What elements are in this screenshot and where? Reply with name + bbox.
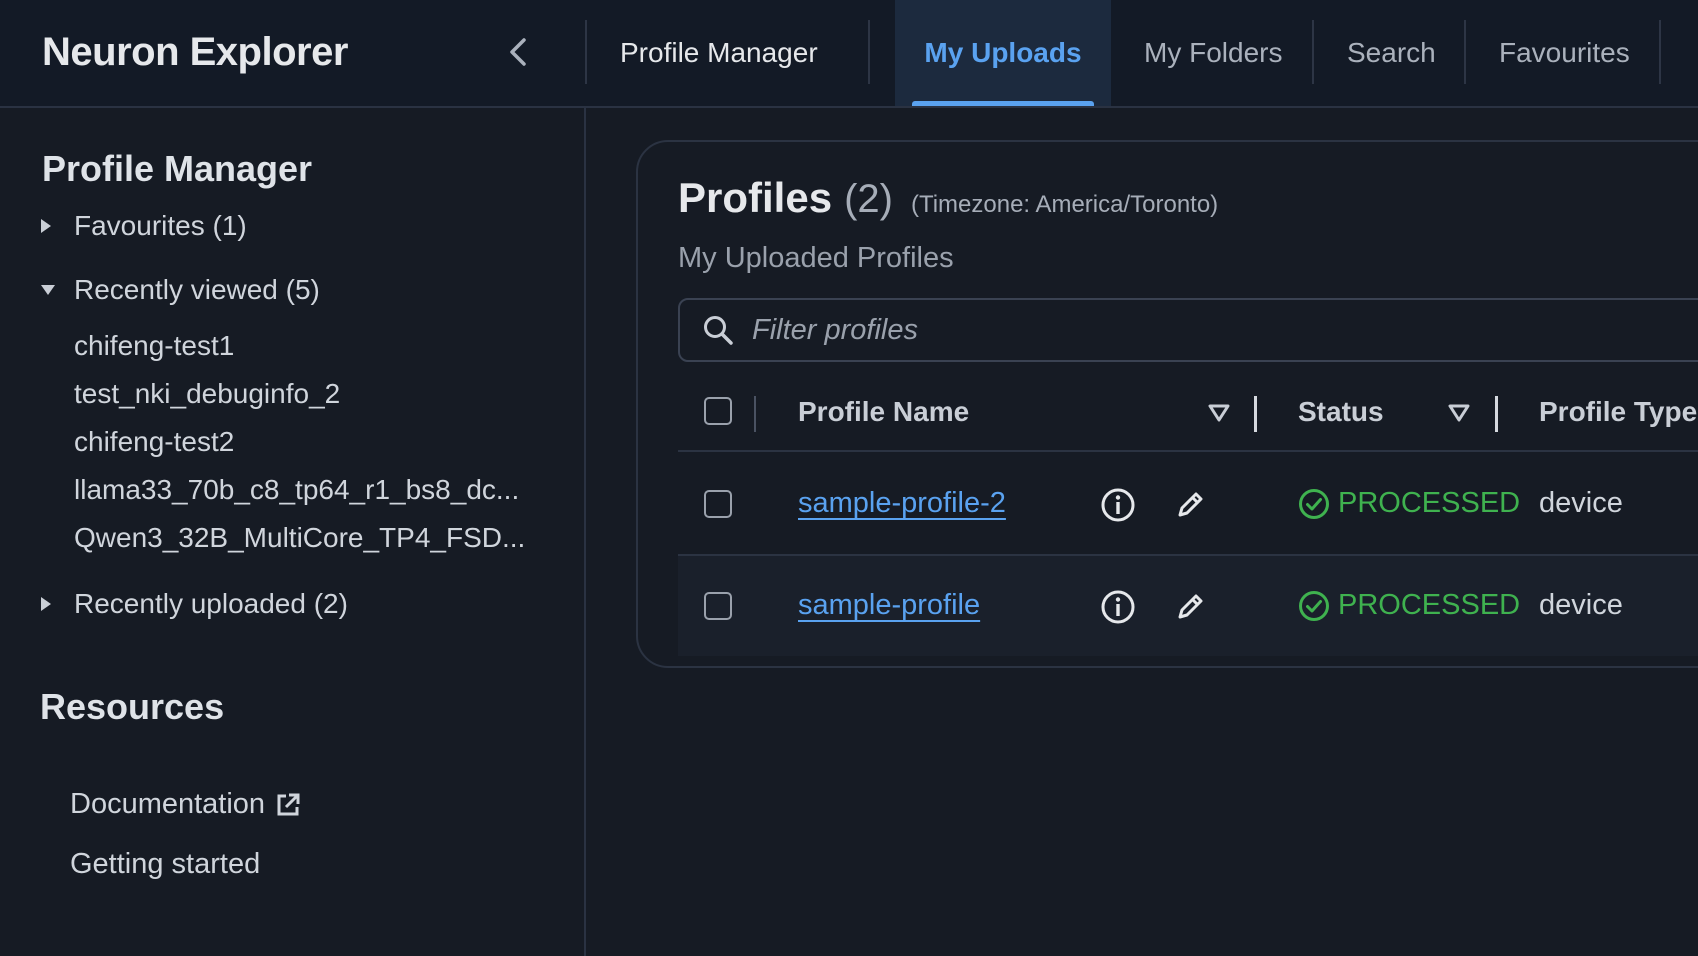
tab-divider xyxy=(868,20,870,84)
column-header-profile-name[interactable]: Profile Name xyxy=(798,396,969,428)
tab-profile-manager[interactable]: Profile Manager xyxy=(620,0,818,106)
check-circle-icon xyxy=(1299,488,1329,519)
profile-type-cell: device xyxy=(1539,487,1623,519)
profiles-header: Profiles (2) (Timezone: America/Toronto) xyxy=(678,174,1218,222)
caret-down-icon xyxy=(40,284,74,296)
status-badge: PROCESSED xyxy=(1298,487,1520,520)
documentation-label: Documentation xyxy=(70,788,266,820)
tree-group-label: Favourites (1) xyxy=(74,210,247,241)
column-header-status[interactable]: Status xyxy=(1298,396,1384,428)
tab-label: Search xyxy=(1347,37,1436,68)
page-title: Profiles xyxy=(678,174,833,221)
resources-heading: Resources xyxy=(40,686,225,727)
info-button[interactable] xyxy=(1098,485,1138,525)
tab-divider xyxy=(1312,20,1314,84)
recent-profile-item[interactable]: llama33_70b_c8_tp64_r1_bs8_dc... xyxy=(74,474,519,506)
app-title: Neuron Explorer xyxy=(42,30,348,74)
tab-label: My Folders xyxy=(1144,37,1283,68)
tab-divider xyxy=(1659,20,1661,84)
caret-right-icon xyxy=(40,218,74,234)
tab-my-uploads[interactable]: My Uploads xyxy=(895,0,1111,106)
recent-profile-item[interactable]: Qwen3_32B_MultiCore_TP4_FSD... xyxy=(74,522,525,554)
row-checkbox[interactable] xyxy=(704,490,732,518)
documentation-link[interactable]: Documentation xyxy=(70,788,301,821)
external-link-icon xyxy=(277,793,300,815)
tab-label: Profile Manager xyxy=(620,37,818,68)
header-divider xyxy=(585,20,587,84)
profile-name-link[interactable]: sample-profile-2 xyxy=(798,487,1006,520)
info-icon xyxy=(1101,488,1135,522)
profile-type-cell: device xyxy=(1539,589,1623,621)
collapse-sidebar-button[interactable] xyxy=(500,32,536,72)
tab-search[interactable]: Search xyxy=(1347,0,1436,106)
status-text: PROCESSED xyxy=(1338,589,1521,621)
tree-group-recently-uploaded[interactable]: Recently uploaded (2) xyxy=(40,588,348,620)
pencil-icon xyxy=(1178,594,1203,619)
active-tab-indicator xyxy=(912,101,1094,106)
recent-profile-item[interactable]: test_nki_debuginfo_2 xyxy=(74,378,340,410)
column-divider xyxy=(754,396,756,432)
select-all-checkbox[interactable] xyxy=(704,397,732,425)
info-icon xyxy=(1101,590,1135,624)
tab-my-folders[interactable]: My Folders xyxy=(1144,0,1282,106)
filter-box xyxy=(678,298,1698,362)
tree-group-recently-viewed[interactable]: Recently viewed (5) xyxy=(40,274,320,306)
info-button[interactable] xyxy=(1098,587,1138,627)
column-resize-handle[interactable] xyxy=(1254,396,1257,432)
recent-profile-item[interactable]: chifeng-test2 xyxy=(74,426,234,458)
caret-right-icon xyxy=(40,596,74,612)
status-badge: PROCESSED xyxy=(1298,589,1520,622)
filter-profiles-input[interactable] xyxy=(750,312,1654,348)
sidebar-heading: Profile Manager xyxy=(42,148,313,189)
edit-button[interactable] xyxy=(1170,485,1210,525)
tree-group-label: Recently uploaded (2) xyxy=(74,588,348,619)
column-resize-handle[interactable] xyxy=(1495,396,1498,432)
tree-group-favourites[interactable]: Favourites (1) xyxy=(40,210,247,242)
edit-button[interactable] xyxy=(1170,587,1210,627)
tab-label: My Uploads xyxy=(924,37,1082,68)
pencil-icon xyxy=(1178,492,1203,517)
tab-favourites[interactable]: Favourites xyxy=(1499,0,1630,106)
chevron-left-icon xyxy=(510,38,526,66)
tree-group-label: Recently viewed (5) xyxy=(74,274,320,305)
row-checkbox[interactable] xyxy=(704,592,732,620)
getting-started-label: Getting started xyxy=(70,848,261,880)
status-text: PROCESSED xyxy=(1338,487,1521,519)
search-icon xyxy=(704,316,733,345)
check-circle-icon xyxy=(1299,590,1329,621)
filter-triangle-icon[interactable] xyxy=(1448,404,1470,422)
tab-divider xyxy=(1464,20,1466,84)
timezone-label: (Timezone: America/Toronto) xyxy=(910,191,1219,218)
filter-triangle-icon[interactable] xyxy=(1208,404,1230,422)
getting-started-link[interactable]: Getting started xyxy=(70,848,260,881)
sidebar: Profile Manager Favourites (1) Recently … xyxy=(0,108,586,956)
page-subtitle: My Uploaded Profiles xyxy=(678,242,954,274)
top-bar: Neuron Explorer Profile Manager My Uploa… xyxy=(0,0,1698,108)
profile-name-link[interactable]: sample-profile xyxy=(798,589,980,622)
profile-count: (2) xyxy=(844,177,893,221)
column-header-profile-type[interactable]: Profile Type xyxy=(1539,396,1697,428)
recent-profile-item[interactable]: chifeng-test1 xyxy=(74,330,234,362)
tab-label: Favourites xyxy=(1499,37,1630,68)
